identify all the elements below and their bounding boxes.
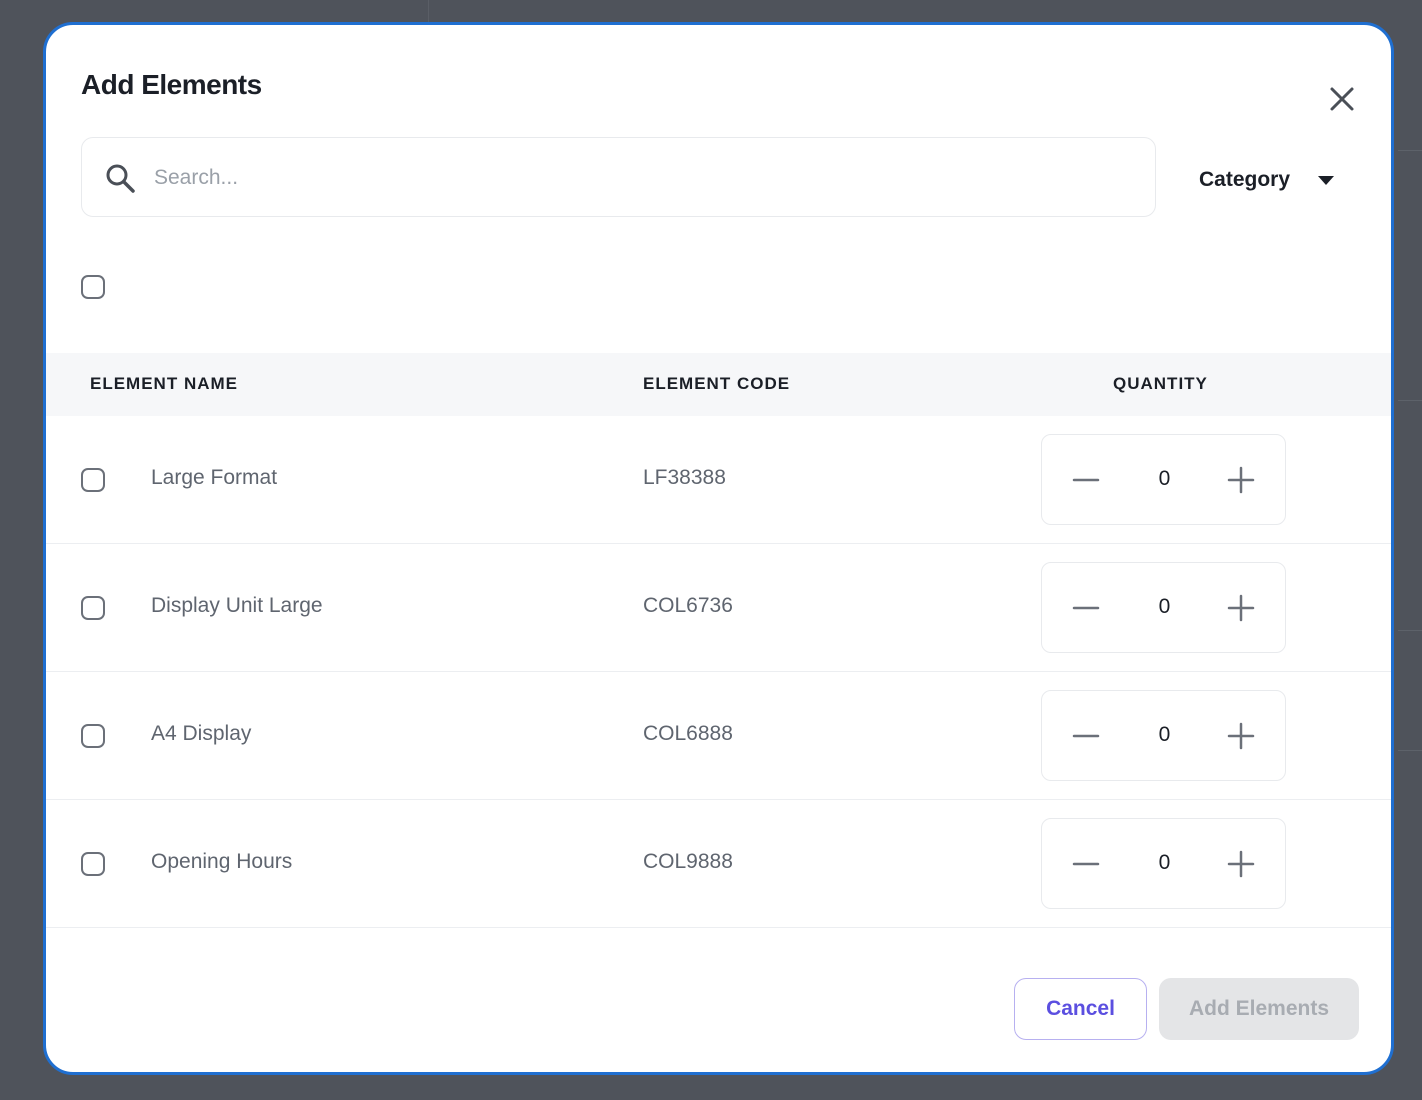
column-header-element-name: ELEMENT NAME <box>90 374 238 393</box>
table-row: Display Unit Large COL6736 0 <box>46 544 1391 672</box>
column-header-element-code: ELEMENT CODE <box>643 374 791 393</box>
plus-icon <box>1227 594 1255 622</box>
select-all-checkbox[interactable] <box>81 275 105 299</box>
quantity-value[interactable]: 0 <box>1137 467 1192 491</box>
minus-icon <box>1072 478 1100 482</box>
plus-icon <box>1227 466 1255 494</box>
caret-down-icon <box>1318 175 1335 185</box>
background-divider <box>1398 750 1422 751</box>
element-code: COL6736 <box>643 594 733 617</box>
table-row: Large Format LF38388 0 <box>46 416 1391 544</box>
background-divider <box>428 0 429 22</box>
add-elements-button[interactable]: Add Elements <box>1159 978 1359 1040</box>
decrement-button[interactable] <box>1072 850 1100 878</box>
category-label: Category <box>1199 168 1291 191</box>
row-checkbox[interactable] <box>81 468 105 492</box>
quantity-value[interactable]: 0 <box>1137 723 1192 747</box>
element-name: A4 Display <box>151 722 252 745</box>
increment-button[interactable] <box>1227 594 1255 622</box>
decrement-button[interactable] <box>1072 466 1100 494</box>
element-code: LF38388 <box>643 466 726 489</box>
decrement-button[interactable] <box>1072 594 1100 622</box>
search-icon <box>106 164 135 193</box>
category-dropdown[interactable]: Category <box>1199 165 1335 195</box>
increment-button[interactable] <box>1227 850 1255 878</box>
element-name: Large Format <box>151 466 278 489</box>
row-checkbox[interactable] <box>81 724 105 748</box>
row-checkbox[interactable] <box>81 852 105 876</box>
background-divider <box>1398 400 1422 401</box>
quantity-stepper: 0 <box>1041 690 1286 781</box>
quantity-stepper: 0 <box>1041 434 1286 525</box>
minus-icon <box>1072 734 1100 738</box>
element-code: COL9888 <box>643 850 733 873</box>
minus-icon <box>1072 606 1100 610</box>
background-divider <box>1398 150 1422 151</box>
add-elements-modal: Add Elements Category ELEMENT NAME ELEME… <box>43 22 1394 1075</box>
modal-title: Add Elements <box>81 69 262 100</box>
search-input[interactable] <box>152 158 1136 198</box>
cancel-button[interactable]: Cancel <box>1014 978 1147 1040</box>
search-box <box>81 137 1156 217</box>
plus-icon <box>1227 722 1255 750</box>
row-checkbox[interactable] <box>81 596 105 620</box>
element-name: Display Unit Large <box>151 594 323 617</box>
quantity-value[interactable]: 0 <box>1137 851 1192 875</box>
table-header: ELEMENT NAME ELEMENT CODE QUANTITY <box>46 353 1391 416</box>
quantity-stepper: 0 <box>1041 562 1286 653</box>
close-icon <box>1330 87 1354 111</box>
increment-button[interactable] <box>1227 466 1255 494</box>
table-row: Opening Hours COL9888 0 <box>46 800 1391 928</box>
minus-icon <box>1072 862 1100 866</box>
element-name: Opening Hours <box>151 850 293 873</box>
table-row: A4 Display COL6888 0 <box>46 672 1391 800</box>
element-code: COL6888 <box>643 722 733 745</box>
column-header-quantity: QUANTITY <box>1113 374 1208 393</box>
quantity-stepper: 0 <box>1041 818 1286 909</box>
decrement-button[interactable] <box>1072 722 1100 750</box>
quantity-value[interactable]: 0 <box>1137 595 1192 619</box>
background-divider <box>1398 630 1422 631</box>
increment-button[interactable] <box>1227 722 1255 750</box>
close-button[interactable] <box>1326 83 1358 115</box>
plus-icon <box>1227 850 1255 878</box>
